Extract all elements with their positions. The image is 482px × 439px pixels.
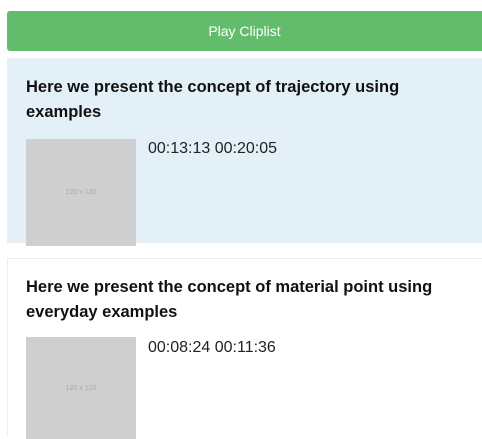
- clip-title: Here we present the concept of trajector…: [26, 78, 400, 121]
- clip-times: 00:13:13 00:20:05: [148, 140, 277, 158]
- clip-start-time: 00:08:24: [148, 339, 211, 356]
- clip-thumbnail: 120 x 120: [26, 139, 136, 246]
- clip-end-time: 00:11:36: [214, 339, 276, 356]
- clip-end-time: 00:20:05: [214, 140, 278, 157]
- thumbnail-placeholder-text: 120 x 120: [65, 189, 97, 196]
- clip-title: Here we present the concept of material …: [26, 278, 433, 321]
- play-cliplist-button[interactable]: Play Cliplist: [7, 11, 482, 51]
- clip-item[interactable]: Here we present the concept of trajector…: [7, 58, 482, 246]
- clip-start-time: 00:13:13: [148, 140, 211, 157]
- clip-thumbnail: 120 x 120: [26, 337, 136, 439]
- thumbnail-placeholder-text: 120 x 120: [65, 384, 97, 392]
- clip-item[interactable]: Here we present the concept of material …: [7, 258, 482, 439]
- clip-times: 00:08:24 00:11:36: [148, 339, 276, 357]
